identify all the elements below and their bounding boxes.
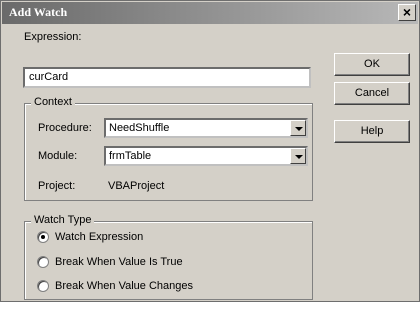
radio-label: Watch Expression — [55, 231, 144, 243]
radio-button[interactable] — [37, 280, 49, 292]
title-bar: Add Watch × — [2, 2, 418, 24]
context-legend: Context — [31, 96, 75, 108]
add-watch-dialog: Add Watch × Expression: curCard OK Cance… — [0, 0, 420, 302]
expression-label: Expression: — [24, 31, 82, 43]
expression-input[interactable]: curCard — [23, 67, 311, 88]
watch-type-legend: Watch Type — [31, 214, 95, 226]
chevron-down-icon[interactable] — [290, 120, 306, 136]
radio-label: Break When Value Is True — [55, 256, 183, 268]
procedure-label: Procedure: — [38, 122, 92, 134]
help-button[interactable]: Help — [334, 120, 410, 143]
procedure-value: NeedShuffle — [109, 122, 170, 134]
module-value: frmTable — [109, 150, 152, 162]
project-label: Project: — [38, 180, 76, 192]
module-select[interactable]: frmTable — [104, 146, 308, 166]
close-icon[interactable]: × — [398, 4, 416, 21]
window-title: Add Watch — [9, 5, 68, 19]
module-label: Module: — [38, 150, 78, 162]
radio-label: Break When Value Changes — [55, 280, 193, 292]
context-group: Context Procedure: NeedShuffle Module: f… — [24, 96, 313, 201]
project-value: VBAProject — [108, 180, 165, 192]
watch-type-group: Watch Type Watch Expression Break When V… — [24, 214, 313, 300]
cancel-button[interactable]: Cancel — [334, 82, 410, 105]
radio-button[interactable] — [37, 256, 49, 268]
ok-button[interactable]: OK — [334, 53, 410, 76]
procedure-select[interactable]: NeedShuffle — [104, 118, 308, 138]
radio-button[interactable] — [37, 231, 49, 243]
chevron-down-icon[interactable] — [290, 148, 306, 164]
